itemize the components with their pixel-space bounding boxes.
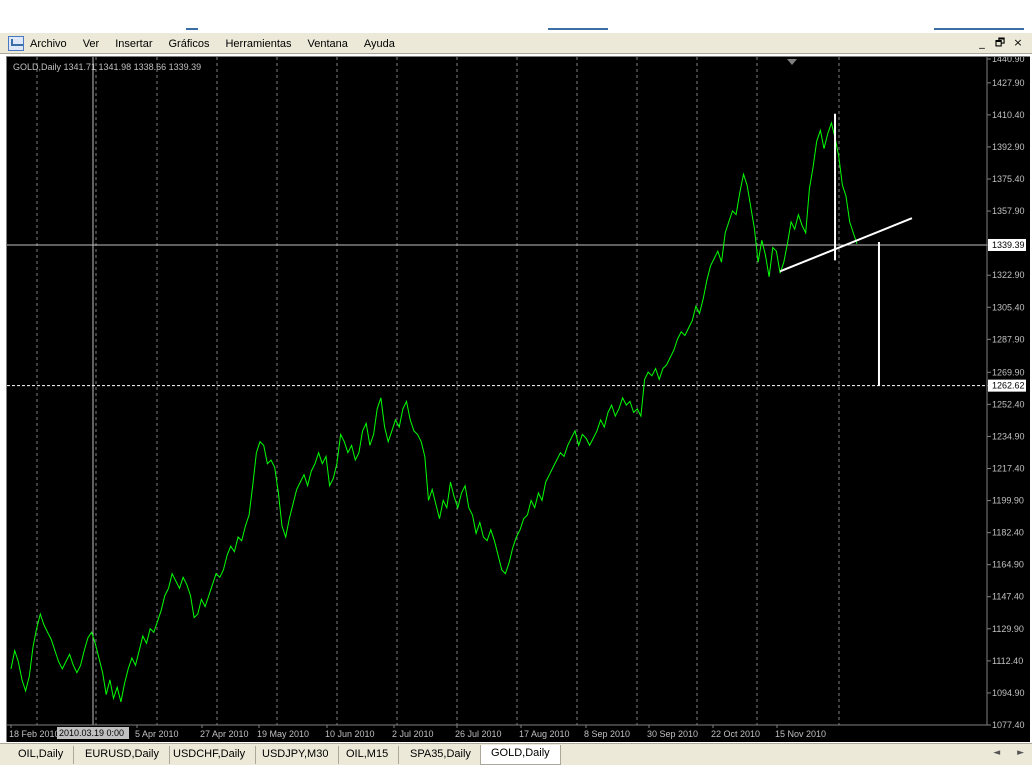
price-tick-label: 1375.40 xyxy=(992,174,1025,184)
price-chart[interactable]: 1440.90 1427.90 1410.40 1392.90 1375.40 1357.… xyxy=(7,57,1031,743)
tab-oil-m15[interactable]: OIL,M15 xyxy=(336,746,400,764)
title-strip xyxy=(0,0,1032,30)
shift-marker-icon[interactable] xyxy=(787,59,797,65)
menu-ventana[interactable]: Ventana xyxy=(308,37,348,51)
menu-ver[interactable]: Ver xyxy=(83,37,100,51)
tab-usdchf-daily[interactable]: USDCHF,Daily xyxy=(163,746,257,764)
price-tick-label: 1077.40 xyxy=(992,720,1025,730)
chart-area[interactable]: 1440.90 1427.90 1410.40 1392.90 1375.40 1357.… xyxy=(6,56,1030,742)
time-tick-label: 30 Sep 2010 xyxy=(647,729,698,739)
minimize-icon[interactable]: _ xyxy=(974,36,990,51)
price-tick-label: 1287.90 xyxy=(992,334,1025,344)
menu-archivo[interactable]: Archivo xyxy=(30,37,67,51)
tab-spa35-daily[interactable]: SPA35,Daily xyxy=(400,746,482,764)
time-tick-label: 18 Feb 2010 xyxy=(9,729,60,739)
price-tick-label: 1094.90 xyxy=(992,688,1025,698)
price-tick-label: 1357.90 xyxy=(992,206,1025,216)
time-tick-label: 2 Jul 2010 xyxy=(392,729,434,739)
menu-graficos[interactable]: Gráficos xyxy=(169,37,210,51)
price-tick-label: 1252.40 xyxy=(992,399,1025,409)
price-axis: 1440.90 1427.90 1410.40 1392.90 1375.40 1357.… xyxy=(986,57,1026,730)
price-tick-label: 1147.40 xyxy=(992,592,1024,602)
price-tick-label: 1112.40 xyxy=(992,656,1023,666)
chart-info-label: GOLD,Daily 1341.71 1341.98 1338.66 1339.… xyxy=(13,62,201,72)
tab-gold-daily[interactable]: GOLD,Daily xyxy=(480,745,561,765)
price-tick-label: 1427.90 xyxy=(992,78,1025,88)
grid-layer xyxy=(7,57,987,725)
price-tick-label: 1269.90 xyxy=(992,367,1025,377)
time-tick-label: 5 Apr 2010 xyxy=(135,729,179,739)
time-tick-label: 10 Jun 2010 xyxy=(325,729,375,739)
menu-herramientas[interactable]: Herramientas xyxy=(225,37,291,51)
drawing-objects xyxy=(779,113,913,386)
time-tick-label: 8 Sep 2010 xyxy=(584,729,630,739)
crosshair-date-label: 2010.03.19 0:00 xyxy=(59,728,124,738)
tab-scroll-buttons: ◄ ► xyxy=(979,748,1024,758)
time-tick-label: 17 Aug 2010 xyxy=(519,729,570,739)
restore-icon[interactable]: 🗗 xyxy=(992,36,1008,51)
price-tick-label: 1339.39 xyxy=(992,240,1025,250)
title-accent-left xyxy=(186,28,198,30)
tab-usdjpy-m30[interactable]: USDJPY,M30 xyxy=(252,746,340,764)
price-tick-label: 1440.90 xyxy=(992,57,1025,64)
title-accent-right xyxy=(934,28,1024,30)
price-tick-label: 1164.90 xyxy=(992,560,1024,570)
menu-insertar[interactable]: Insertar xyxy=(115,37,152,51)
window-controls: _ 🗗 × xyxy=(972,36,1026,51)
price-tick-label: 1262.62 xyxy=(992,381,1025,391)
scroll-left-icon[interactable]: ◄ xyxy=(993,748,1000,758)
price-tick-label: 1305.40 xyxy=(992,302,1025,312)
time-tick-label: 15 Nov 2010 xyxy=(775,729,826,739)
menu-items: Archivo Ver Insertar Gráficos Herramient… xyxy=(30,37,411,51)
time-axis: 18 Feb 2010 5 Apr 2010 27 Apr 2010 19 May 2… xyxy=(7,724,987,739)
price-tick-label: 1217.40 xyxy=(992,463,1025,473)
time-tick-label: 22 Oct 2010 xyxy=(711,729,760,739)
title-accent-mid xyxy=(548,28,608,30)
price-tick-label: 1234.90 xyxy=(992,431,1025,441)
time-tick-label: 19 May 2010 xyxy=(257,729,309,739)
price-tick-label: 1199.90 xyxy=(992,496,1024,506)
chart-tabs-bar: OIL,Daily EURUSD,Daily USDCHF,Daily USDJ… xyxy=(0,743,1032,765)
close-icon[interactable]: × xyxy=(1010,36,1026,51)
time-tick-label: 27 Apr 2010 xyxy=(200,729,249,739)
price-tick-label: 1410.40 xyxy=(992,110,1025,120)
gold-price-line xyxy=(10,121,858,703)
price-tick-label: 1392.90 xyxy=(992,142,1025,152)
price-tick-label: 1322.90 xyxy=(992,270,1025,280)
price-tick-label: 1129.90 xyxy=(992,624,1024,634)
tab-oil-daily[interactable]: OIL,Daily xyxy=(8,746,75,764)
menu-bar: Archivo Ver Insertar Gráficos Herramient… xyxy=(0,32,1032,54)
menu-ayuda[interactable]: Ayuda xyxy=(364,37,395,51)
tab-eurusd-daily[interactable]: EURUSD,Daily xyxy=(75,746,170,764)
scroll-right-icon[interactable]: ► xyxy=(1017,748,1024,758)
chart-window-icon[interactable] xyxy=(8,36,24,51)
price-tick-label: 1182.40 xyxy=(992,528,1024,538)
time-tick-label: 26 Jul 2010 xyxy=(455,729,502,739)
